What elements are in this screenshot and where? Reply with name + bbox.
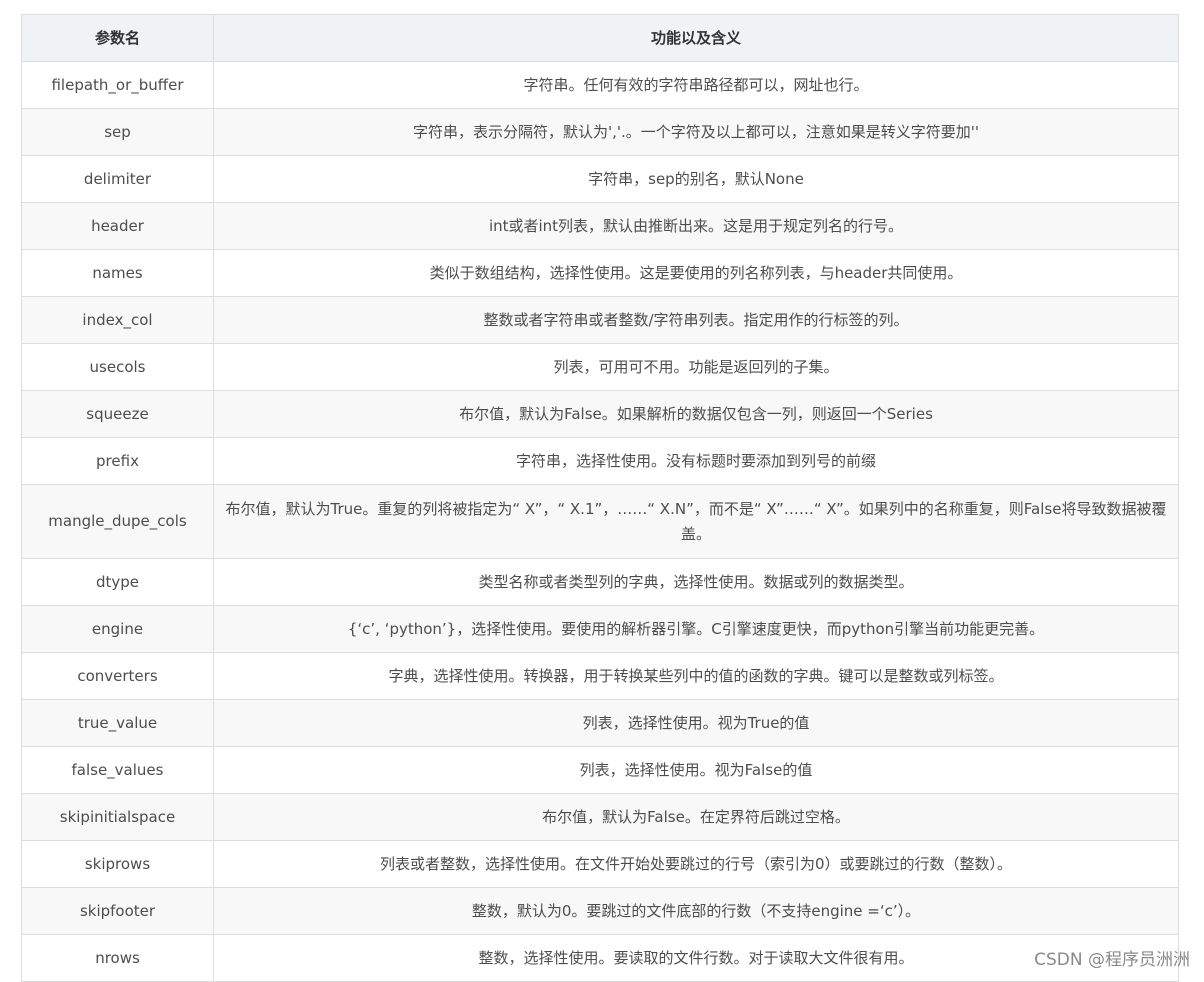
table-row: true_value 列表，选择性使用。视为True的值 [21,699,1179,747]
param-description-cell: 类型名称或者类型列的字典，选择性使用。数据或列的数据类型。 [213,558,1179,606]
param-description-cell: {‘c’, ‘python’}，选择性使用。要使用的解析器引擎。C引擎速度更快，… [213,605,1179,653]
param-name-cell: delimiter [21,155,214,203]
table-header-row: 参数名 功能以及含义 [21,14,1179,62]
param-name-cell: dtype [21,558,214,606]
table-row: skipfooter 整数，默认为0。要跳过的文件底部的行数（不支持engine… [21,887,1179,935]
param-name-cell: converters [21,652,214,700]
table-row: skiprows 列表或者整数，选择性使用。在文件开始处要跳过的行号（索引为0）… [21,840,1179,888]
param-name-cell: filepath_or_buffer [21,61,214,109]
param-description-cell: 布尔值，默认为False。如果解析的数据仅包含一列，则返回一个Series [213,390,1179,438]
table-row: delimiter 字符串，sep的别名，默认None [21,155,1179,203]
param-description-cell: 字符串，表示分隔符，默认为','.。一个字符及以上都可以，注意如果是转义字符要加… [213,108,1179,156]
param-name-cell: skipfooter [21,887,214,935]
table-row: mangle_dupe_cols 布尔值，默认为True。重复的列将被指定为“ … [21,484,1179,559]
param-description-cell: 列表，选择性使用。视为False的值 [213,746,1179,794]
table-row: squeeze 布尔值，默认为False。如果解析的数据仅包含一列，则返回一个S… [21,390,1179,438]
param-name-cell: skipinitialspace [21,793,214,841]
table-row: skipinitialspace 布尔值，默认为False。在定界符后跳过空格。 [21,793,1179,841]
table-row: converters 字典，选择性使用。转换器，用于转换某些列中的值的函数的字典… [21,652,1179,700]
param-name-cell: false_values [21,746,214,794]
param-name-cell: names [21,249,214,297]
table-row: dtype 类型名称或者类型列的字典，选择性使用。数据或列的数据类型。 [21,558,1179,606]
param-description-cell: 字符串。任何有效的字符串路径都可以，网址也行。 [213,61,1179,109]
param-description-cell: 布尔值，默认为False。在定界符后跳过空格。 [213,793,1179,841]
table-row: index_col 整数或者字符串或者整数/字符串列表。指定用作的行标签的列。 [21,296,1179,344]
param-name-cell: engine [21,605,214,653]
header-description: 功能以及含义 [213,14,1179,62]
table-row: prefix 字符串，选择性使用。没有标题时要添加到列号的前缀 [21,437,1179,485]
param-description-cell: 列表或者整数，选择性使用。在文件开始处要跳过的行号（索引为0）或要跳过的行数（整… [213,840,1179,888]
param-description-cell: 列表，可用可不用。功能是返回列的子集。 [213,343,1179,391]
table-row: nrows 整数，选择性使用。要读取的文件行数。对于读取大文件很有用。 [21,934,1179,982]
table-row: names 类似于数组结构，选择性使用。这是要使用的列名称列表，与header共… [21,249,1179,297]
param-name-cell: usecols [21,343,214,391]
param-name-cell: true_value [21,699,214,747]
table-row: engine {‘c’, ‘python’}，选择性使用。要使用的解析器引擎。C… [21,605,1179,653]
param-name-cell: mangle_dupe_cols [21,484,214,559]
param-description-cell: 类似于数组结构，选择性使用。这是要使用的列名称列表，与header共同使用。 [213,249,1179,297]
param-description-cell: 字符串，sep的别名，默认None [213,155,1179,203]
param-description-cell: 字典，选择性使用。转换器，用于转换某些列中的值的函数的字典。键可以是整数或列标签… [213,652,1179,700]
table-row: false_values 列表，选择性使用。视为False的值 [21,746,1179,794]
param-description-cell: 整数或者字符串或者整数/字符串列表。指定用作的行标签的列。 [213,296,1179,344]
header-param-name: 参数名 [21,14,214,62]
table-row: sep 字符串，表示分隔符，默认为','.。一个字符及以上都可以，注意如果是转义… [21,108,1179,156]
param-name-cell: sep [21,108,214,156]
param-name-cell: skiprows [21,840,214,888]
param-description-cell: 列表，选择性使用。视为True的值 [213,699,1179,747]
param-description-cell: int或者int列表，默认由推断出来。这是用于规定列名的行号。 [213,202,1179,250]
param-name-cell: nrows [21,934,214,982]
param-name-cell: squeeze [21,390,214,438]
param-description-cell: 整数，默认为0。要跳过的文件底部的行数（不支持engine =‘c’）。 [213,887,1179,935]
watermark: CSDN @程序员洲洲 [1034,950,1190,970]
param-name-cell: index_col [21,296,214,344]
table-row: header int或者int列表，默认由推断出来。这是用于规定列名的行号。 [21,202,1179,250]
param-description-cell: 字符串，选择性使用。没有标题时要添加到列号的前缀 [213,437,1179,485]
table-row: usecols 列表，可用可不用。功能是返回列的子集。 [21,343,1179,391]
param-description-cell: 布尔值，默认为True。重复的列将被指定为“ X”，“ X.1”，……“ X.N… [213,484,1179,559]
parameters-table: 参数名 功能以及含义 filepath_or_buffer 字符串。任何有效的字… [21,14,1179,982]
param-name-cell: header [21,202,214,250]
table-row: filepath_or_buffer 字符串。任何有效的字符串路径都可以，网址也… [21,61,1179,109]
param-name-cell: prefix [21,437,214,485]
